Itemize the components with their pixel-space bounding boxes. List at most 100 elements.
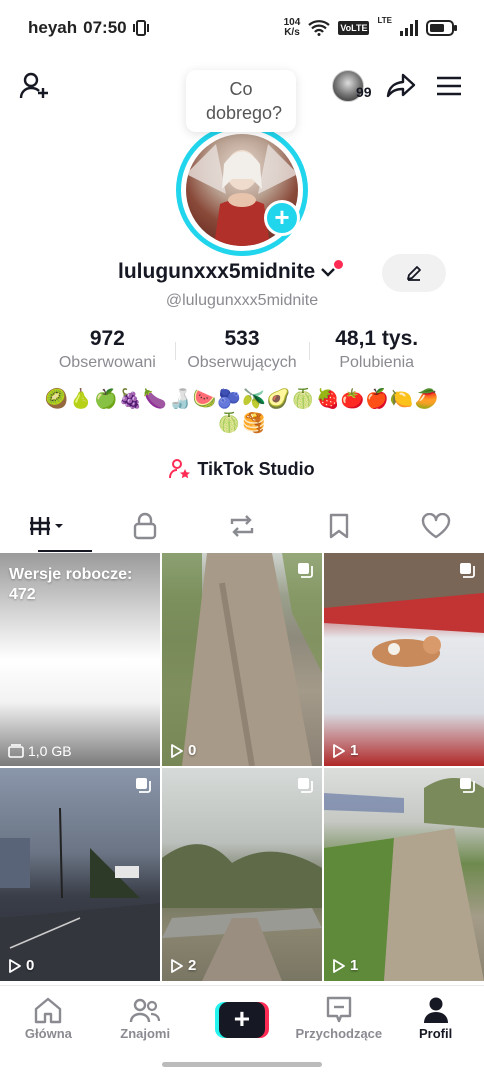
view-count: 1 (332, 957, 358, 974)
video-tile[interactable]: 0 (162, 553, 322, 766)
profile-avatar[interactable]: + (176, 124, 308, 256)
storage-icon (8, 744, 24, 758)
photo-carousel-icon (460, 563, 475, 578)
tab-videos[interactable] (0, 500, 97, 552)
photo-carousel-icon (460, 778, 475, 793)
play-icon (333, 958, 345, 973)
share-icon (386, 73, 416, 98)
play-icon (9, 958, 21, 973)
status-right: 104 K/s VoLTE LTE (283, 16, 458, 38)
gesture-bar[interactable] (162, 1062, 322, 1067)
lte-label: LTE (377, 16, 392, 25)
nav-inbox[interactable]: Przychodzące (290, 986, 387, 1055)
carrier-name: heyah (28, 18, 78, 37)
create-button[interactable]: + (214, 1002, 269, 1038)
edit-profile-button[interactable] (382, 254, 446, 292)
photo-carousel-icon (136, 778, 151, 793)
view-count: 2 (170, 957, 196, 974)
add-friend-button[interactable] (16, 68, 52, 104)
volte-badge: VoLTE (338, 21, 370, 35)
studio-label: TikTok Studio (197, 458, 315, 479)
add-user-icon (19, 72, 48, 99)
nav-friends[interactable]: Znajomi (97, 986, 194, 1055)
heart-icon (421, 513, 450, 539)
wifi-icon (308, 20, 331, 36)
profile-bio: 🥝🍐🍏🍇🍆🍶🍉🫐🫒🥑🍈🍓🍅🍎🍋🥭 🍈🥞 (40, 388, 444, 436)
drafts-size: 1,0 GB (8, 743, 72, 759)
net-speed: 104 K/s (283, 17, 301, 38)
video-thumbnail (324, 553, 484, 667)
vibrate-icon (132, 20, 149, 36)
badge-count: 99 (356, 84, 372, 100)
play-icon (171, 958, 183, 973)
menu-button[interactable] (432, 68, 466, 104)
bubble-text: Co dobrego? (206, 79, 283, 123)
drafts-label: Wersje robocze: 472 (9, 566, 133, 603)
nav-home[interactable]: Główna (0, 986, 97, 1055)
notification-dot (334, 260, 344, 269)
username-switcher[interactable]: lulugunxxx5midnite (118, 260, 344, 284)
nav-profile[interactable]: Profil (387, 986, 484, 1055)
username: lulugunxxx5midnite (118, 260, 316, 283)
bio-line-2: 🍈🥞 (217, 413, 267, 434)
view-count: 0 (8, 957, 34, 974)
pencil-icon (407, 266, 421, 281)
photo-carousel-icon (298, 778, 313, 793)
view-count: 1 (332, 742, 358, 759)
studio-icon (169, 459, 191, 479)
drafts-tile[interactable]: Wersje robocze: 472 1,0 GB (0, 553, 160, 766)
tab-liked[interactable] (387, 500, 484, 552)
repost-icon (230, 515, 254, 537)
video-thumbnail (162, 844, 322, 981)
profile-icon (423, 997, 448, 1023)
tab-favorites[interactable] (290, 500, 387, 552)
bio-line-1: 🥝🍐🍏🍇🍆🍶🍉🫐🫒🥑🍈🍓🍅🍎🍋🥭 (44, 389, 440, 410)
hamburger-icon (437, 76, 461, 96)
play-icon (171, 743, 183, 758)
lock-icon (133, 512, 157, 540)
nav-friends-label: Znajomi (120, 1026, 171, 1041)
stat-following-label: Obserwowani (58, 354, 156, 371)
stat-likes-label: Polubienia (339, 354, 415, 371)
nav-home-label: Główna (24, 1026, 72, 1041)
bottom-nav: Główna Znajomi + Przychodzące Profil (0, 985, 484, 1055)
inbox-icon (326, 996, 351, 1023)
story-avatar-button[interactable]: 99 (332, 68, 380, 104)
stat-likes-value: 48,1 tys. (335, 327, 419, 350)
video-grid: Wersje robocze: 472 1,0 GB 0 1 0 2 1 (0, 553, 484, 981)
home-icon (35, 997, 62, 1024)
nav-profile-label: Profil (418, 1026, 453, 1041)
video-tile[interactable]: 0 (0, 768, 160, 981)
profile-handle: @lulugunxxx5midnite (165, 292, 319, 309)
tab-private[interactable] (97, 500, 194, 552)
profile-stats: 972 Obserwowani 533 Obserwujących 48,1 t… (40, 326, 444, 378)
video-tile[interactable]: 1 (324, 553, 484, 766)
friends-icon (129, 998, 161, 1023)
add-story-button[interactable]: + (264, 200, 300, 236)
play-icon (333, 743, 345, 758)
stat-followers-value: 533 (224, 327, 260, 350)
tab-reposts[interactable] (194, 500, 291, 552)
profile-tabs (0, 500, 484, 552)
status-left: heyah 07:50 (28, 18, 149, 38)
stat-followers[interactable]: 533 Obserwujących (174, 326, 310, 378)
signal-icon (400, 20, 418, 36)
stat-following[interactable]: 972 Obserwowani (40, 326, 175, 378)
stat-followers-label: Obserwujących (187, 354, 297, 371)
status-note-bubble[interactable]: Co dobrego? (186, 70, 296, 132)
status-bar: heyah 07:50 104 K/s VoLTE LTE (0, 0, 484, 56)
stat-likes[interactable]: 48,1 tys. Polubienia (309, 326, 444, 378)
tiktok-studio-link[interactable]: TikTok Studio (0, 458, 484, 480)
video-thumbnail (324, 778, 484, 981)
view-count: 0 (170, 742, 196, 759)
share-profile-button[interactable] (384, 68, 418, 104)
photo-carousel-icon (298, 563, 313, 578)
video-tile[interactable]: 2 (162, 768, 322, 981)
video-thumbnail (162, 553, 322, 766)
video-tile[interactable]: 1 (324, 768, 484, 981)
stat-following-value: 972 (89, 327, 125, 350)
nav-create[interactable]: + (194, 986, 291, 1055)
plus-icon: + (218, 1002, 265, 1038)
bookmark-icon (329, 513, 348, 539)
videos-grid-icon (30, 517, 64, 535)
